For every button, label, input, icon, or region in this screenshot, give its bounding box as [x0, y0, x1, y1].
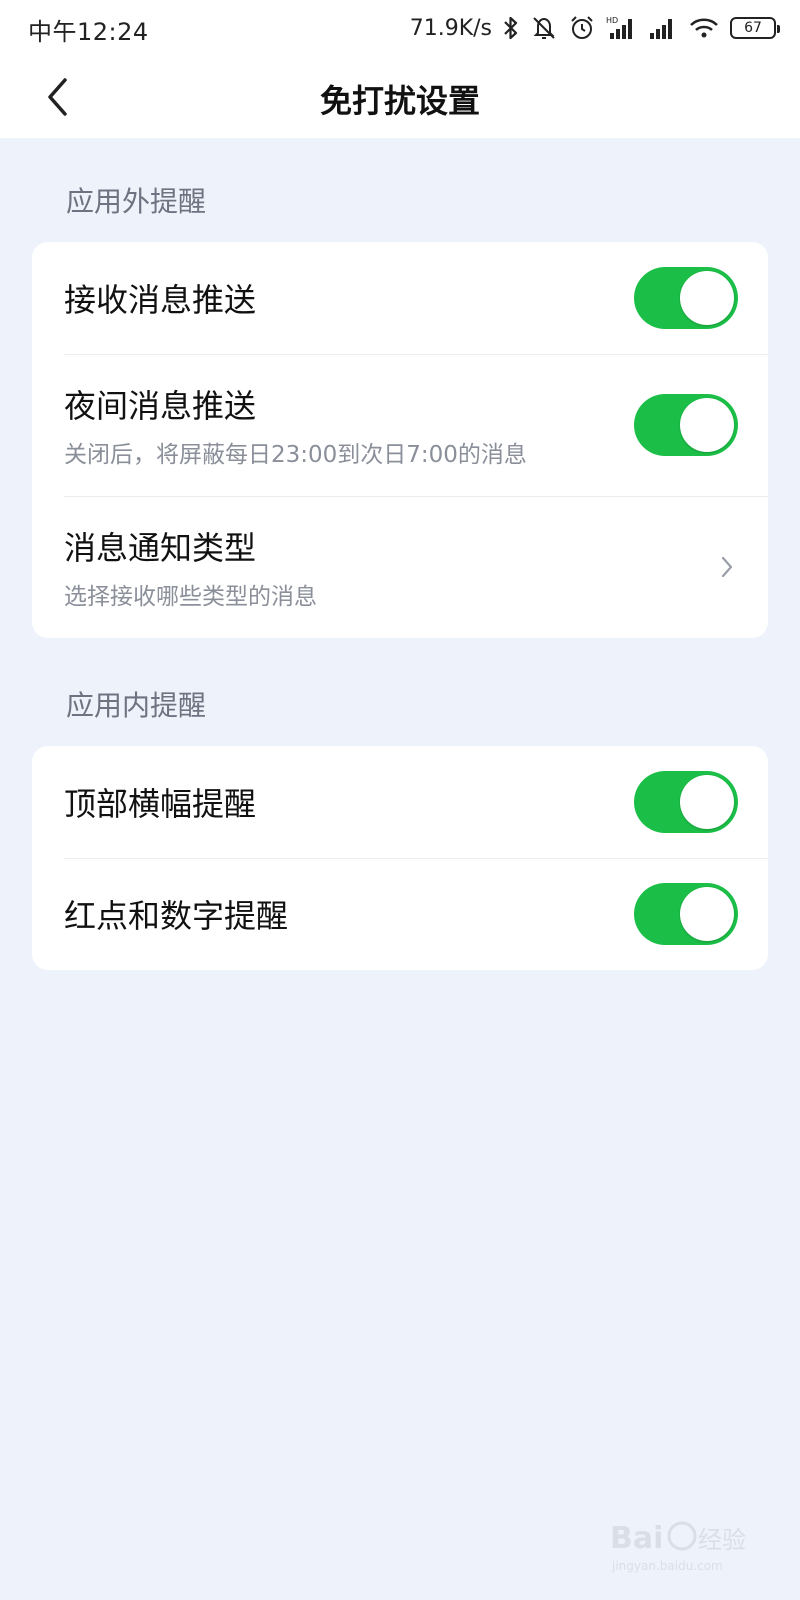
top-banner-toggle[interactable]: [634, 771, 738, 833]
svg-text:jingyan.baidu.com: jingyan.baidu.com: [611, 1559, 723, 1573]
mute-bell-icon: [530, 14, 558, 42]
signal-icon: [648, 14, 678, 42]
section-header-outside-app: 应用外提醒: [66, 185, 207, 218]
setting-title: 接收消息推送: [64, 281, 257, 319]
setting-row-night-push: 夜间消息推送 关闭后，将屏蔽每日23:00到次日7:00的消息: [32, 354, 768, 496]
setting-row-red-dot: 红点和数字提醒: [32, 858, 768, 970]
nav-bar: 免打扰设置: [0, 56, 800, 138]
toggle-knob: [680, 271, 734, 325]
alarm-icon: [568, 14, 596, 42]
svg-text:Bai: Bai: [610, 1521, 663, 1556]
red-dot-toggle[interactable]: [634, 883, 738, 945]
settings-card-in-app: 顶部横幅提醒 红点和数字提醒: [32, 746, 768, 970]
settings-card-outside-app: 接收消息推送 夜间消息推送 关闭后，将屏蔽每日23:00到次日7:00的消息 消…: [32, 242, 768, 638]
page-title: 免打扰设置: [319, 82, 480, 120]
svg-text:经验: 经验: [698, 1526, 746, 1554]
status-icons: 71.9K/s HD 67: [409, 12, 780, 44]
setting-row-receive-push: 接收消息推送: [32, 242, 768, 354]
network-speed: 71.9K/s: [409, 15, 492, 41]
svg-text:HD: HD: [606, 16, 618, 25]
toggle-knob: [680, 887, 734, 941]
status-bar: 中午12:24 71.9K/s HD 67: [0, 0, 800, 56]
toggle-knob: [680, 398, 734, 452]
wifi-icon: [688, 14, 720, 42]
chevron-right-icon: [721, 556, 733, 578]
setting-title: 红点和数字提醒: [64, 897, 289, 935]
bluetooth-icon: [502, 15, 520, 41]
section-header-in-app: 应用内提醒: [66, 689, 207, 722]
toggle-knob: [680, 775, 734, 829]
night-push-toggle[interactable]: [634, 394, 738, 456]
setting-subtitle: 选择接收哪些类型的消息: [64, 584, 317, 610]
receive-push-toggle[interactable]: [634, 267, 738, 329]
setting-row-top-banner: 顶部横幅提醒: [32, 746, 768, 858]
setting-title: 消息通知类型: [64, 529, 257, 567]
battery-icon: 67: [730, 17, 780, 39]
baidu-jingyan-watermark: Bai 经验 jingyan.baidu.com: [610, 1521, 746, 1573]
hd-signal-icon: HD: [606, 14, 638, 42]
setting-title: 顶部横幅提醒: [64, 785, 257, 823]
setting-row-message-types[interactable]: 消息通知类型 选择接收哪些类型的消息: [32, 496, 768, 638]
status-time: 中午12:24: [28, 18, 149, 46]
